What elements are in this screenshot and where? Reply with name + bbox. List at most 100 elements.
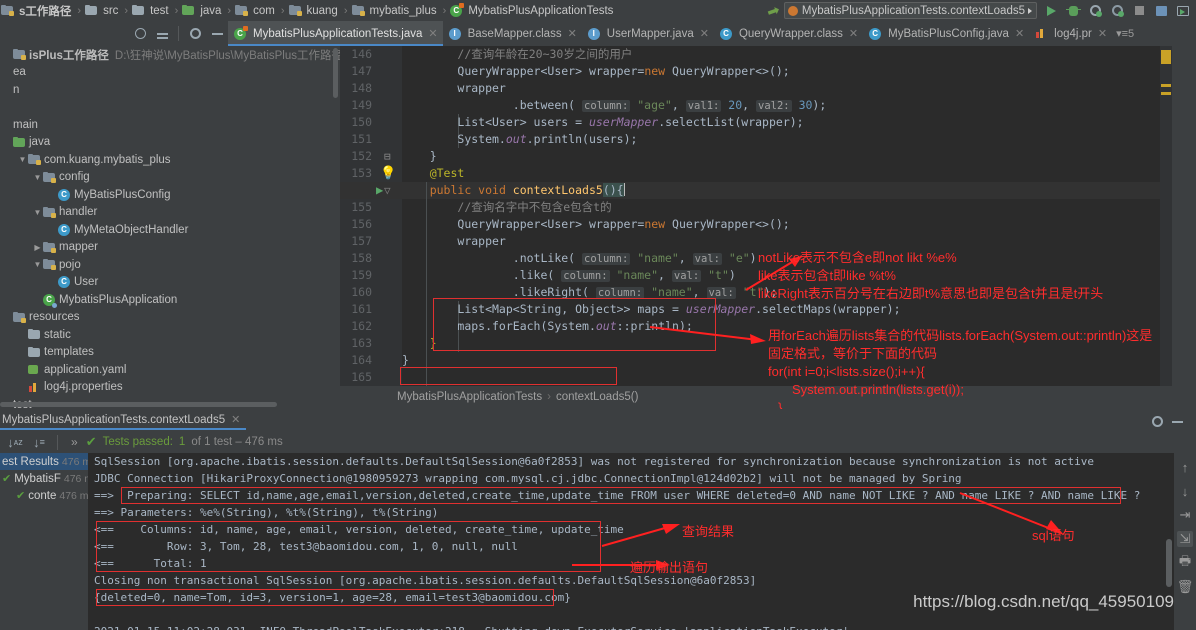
profile-button[interactable] (1106, 1, 1128, 20)
collapse-all-icon[interactable] (151, 24, 173, 43)
breadcrumb-item[interactable]: com (234, 5, 278, 17)
run-button[interactable] (1040, 1, 1062, 20)
tab-overflow-icon[interactable]: ▾≡5 (1112, 27, 1134, 40)
editor-tab[interactable]: C QueryWrapper.class ✕ (714, 21, 863, 46)
project-tree-row[interactable]: application.yaml (0, 361, 340, 379)
code-line[interactable]: public void contextLoads5(){ (402, 182, 1160, 199)
breadcrumb-item[interactable]: test (131, 5, 172, 17)
code-line[interactable]: //查询年龄在20~30岁之间的用户 (402, 46, 1160, 63)
test-results-tree[interactable]: est Results476 ms✔MybatisF476 ms✔conte47… (0, 453, 88, 630)
close-tab-icon[interactable]: ✕ (849, 27, 858, 40)
code-line[interactable]: wrapper (402, 233, 1160, 250)
test-tree-row[interactable]: est Results476 ms (0, 453, 88, 470)
presentation-button[interactable] (1172, 1, 1194, 20)
scroll-to-end-icon[interactable]: ⇲ (1177, 531, 1193, 547)
code-line[interactable]: @Test (402, 165, 1160, 182)
fold-marker-154[interactable]: ▽ (384, 182, 391, 199)
project-tool-window[interactable]: isPlus工作路径 D:\狂神说\MyBatisPlus\MyBatisPlus… (0, 46, 340, 409)
breadcrumb-class[interactable]: MybatisPlusApplicationTests (397, 391, 542, 403)
breadcrumb-item[interactable]: C MybatisPlusApplicationTests (449, 2, 616, 17)
project-tree-row[interactable]: main (0, 116, 340, 134)
project-tree-row[interactable]: ▼ config (0, 169, 340, 187)
editor-gutter[interactable]: 1461471481491501511521531541551561571581… (340, 46, 402, 386)
project-tree-row[interactable]: ▼ handler (0, 204, 340, 222)
test-tree-row[interactable]: ✔MybatisF476 ms (0, 470, 88, 487)
locate-icon[interactable] (129, 24, 151, 43)
scroll-up-icon[interactable]: ↑ (1177, 459, 1193, 475)
breadcrumb-item[interactable]: kuang (288, 5, 341, 17)
code-line[interactable]: //查询名字中不包含e包含t的 (402, 199, 1160, 216)
project-tree-row[interactable]: ▼ com.kuang.mybatis_plus (0, 151, 340, 169)
layout-button[interactable] (1150, 1, 1172, 20)
project-tree-row[interactable]: C MybatisPlusApplication (0, 291, 340, 309)
run-tab[interactable]: MybatisPlusApplicationTests.contextLoads… (0, 409, 247, 430)
marker-warning[interactable] (1161, 50, 1171, 64)
code-line[interactable]: QueryWrapper<User> wrapper=new QueryWrap… (402, 63, 1160, 80)
editor-tab[interactable]: I BaseMapper.class ✕ (443, 21, 582, 46)
breadcrumb-item[interactable]: java (181, 5, 224, 17)
code-line[interactable]: QueryWrapper<User> wrapper=new QueryWrap… (402, 216, 1160, 233)
breadcrumb-item[interactable]: mybatis_plus (351, 5, 440, 17)
project-tree-row[interactable]: ea (0, 64, 340, 82)
expand-arrow-icon[interactable]: ▼ (32, 208, 43, 217)
project-tree-row[interactable]: resources (0, 309, 340, 327)
breadcrumb-item[interactable]: s工作路径 (0, 3, 74, 19)
code-line[interactable]: List<Map<String, Object>> maps = userMap… (402, 301, 1160, 318)
run-coverage-button[interactable] (1084, 1, 1106, 20)
project-tree-row[interactable] (0, 99, 340, 117)
fold-marker-152[interactable]: ⊟ (384, 148, 391, 165)
sidebar-horizontal-scrollbar[interactable] (0, 402, 277, 407)
project-tree-row[interactable]: C User (0, 274, 340, 292)
marker-1[interactable] (1161, 84, 1171, 87)
project-tree-row[interactable]: n (0, 81, 340, 99)
expand-arrow-icon[interactable]: ▼ (17, 155, 28, 164)
project-tree-row[interactable]: isPlus工作路径 D:\狂神说\MyBatisPlus\MyBatisPlus… (0, 46, 340, 64)
breadcrumb-item[interactable]: src (84, 5, 121, 17)
close-tab-icon[interactable]: ✕ (568, 27, 577, 40)
trash-icon[interactable]: 🗑 (1177, 579, 1194, 595)
project-tree-row[interactable]: static (0, 326, 340, 344)
expand-arrow-icon[interactable]: ▼ (32, 260, 43, 269)
editor-tab[interactable]: log4j.pr ✕ (1029, 21, 1112, 46)
expand-arrow-icon[interactable]: ▼ (32, 173, 43, 182)
sort-by-duration-icon[interactable]: ↓ ≡ (28, 433, 50, 452)
more-options-icon[interactable]: » (65, 435, 84, 449)
test-tree-row[interactable]: ✔conte476 ms (0, 487, 88, 504)
close-icon[interactable]: ✕ (231, 413, 240, 426)
project-tree-row[interactable]: ▶ mapper (0, 239, 340, 257)
close-tab-icon[interactable]: ✕ (700, 27, 709, 40)
scroll-down-icon[interactable]: ↓ (1177, 483, 1193, 499)
code-line[interactable]: System.out.println(users); (402, 131, 1160, 148)
editor-tab[interactable]: C MyBatisPlusConfig.java ✕ (863, 21, 1029, 46)
console-scrollbar[interactable] (1166, 539, 1172, 587)
run-test-gutter-icon[interactable]: ▶ (376, 182, 383, 199)
expand-arrow-icon[interactable]: ▶ (32, 243, 43, 252)
editor-tab[interactable]: I UserMapper.java ✕ (582, 21, 714, 46)
stop-button[interactable] (1128, 1, 1150, 20)
editor-tab[interactable]: C MybatisPlusApplicationTests.java ✕ (228, 21, 443, 46)
debug-button[interactable] (1062, 1, 1084, 20)
hide-panel-icon[interactable] (206, 24, 228, 43)
close-tab-icon[interactable]: ✕ (428, 27, 437, 40)
run-configuration-selector[interactable]: MybatisPlusApplicationTests.contextLoads… (783, 2, 1037, 19)
settings-gear-icon[interactable] (184, 24, 206, 43)
project-tree-row[interactable]: ▼ pojo (0, 256, 340, 274)
sort-alphabetically-icon[interactable]: ↓ ᴀᴢ (4, 433, 26, 452)
project-tree-row[interactable]: templates (0, 344, 340, 362)
project-tree-row[interactable]: C MyMetaObjectHandler (0, 221, 340, 239)
marker-2[interactable] (1161, 92, 1171, 95)
minimize-icon[interactable] (1166, 412, 1188, 431)
code-line[interactable]: .between( column: "age", val1: 20, val2:… (402, 97, 1160, 114)
code-line[interactable]: List<User> users = userMapper.selectList… (402, 114, 1160, 131)
intention-bulb-icon[interactable]: 💡 (380, 165, 396, 182)
breadcrumb-method[interactable]: contextLoads5() (556, 391, 638, 403)
project-tree-row[interactable]: C MyBatisPlusConfig (0, 186, 340, 204)
code-line[interactable]: wrapper (402, 80, 1160, 97)
run-settings-gear-icon[interactable] (1146, 412, 1168, 431)
print-icon[interactable]: 🖶 (1177, 553, 1193, 571)
project-tree-row[interactable]: log4j.properties (0, 379, 340, 397)
build-hammer-icon[interactable]: ➡ (762, 1, 784, 21)
close-tab-icon[interactable]: ✕ (1015, 27, 1024, 40)
project-tree-row[interactable]: java (0, 134, 340, 152)
close-tab-icon[interactable]: ✕ (1098, 27, 1107, 40)
